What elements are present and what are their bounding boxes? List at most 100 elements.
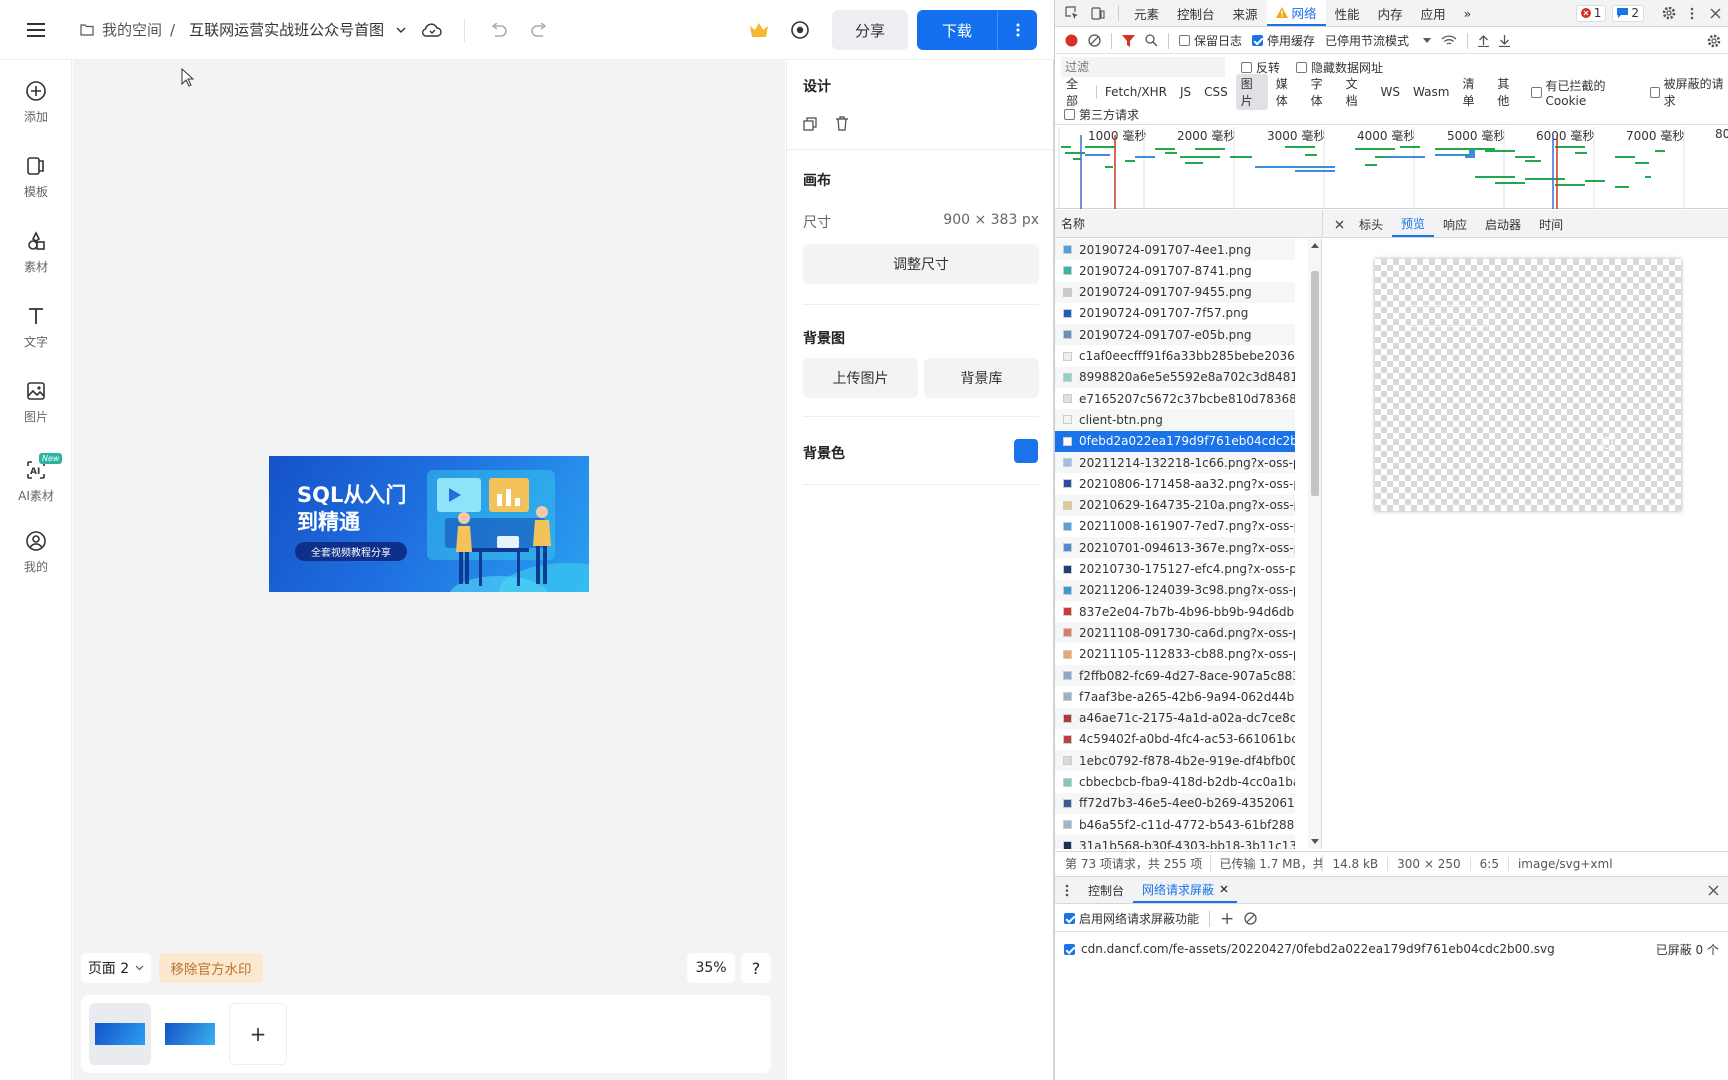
request-row[interactable]: cbbecbcb-fba9-418d-b2db-4cc0a1ba3d5 xyxy=(1055,772,1295,793)
blocked-requests-checkbox[interactable]: 被屏蔽的请求 xyxy=(1649,75,1728,109)
filter-funnel-icon[interactable] xyxy=(1122,34,1135,47)
close-devtools-icon[interactable] xyxy=(1710,8,1721,19)
device-toolbar-icon[interactable] xyxy=(1091,6,1105,20)
network-settings-icon[interactable] xyxy=(1707,34,1721,48)
drawer-tab-console[interactable]: 控制台 xyxy=(1079,877,1133,903)
tab-preview[interactable]: 预览 xyxy=(1392,211,1435,237)
error-count-badge[interactable]: 1 xyxy=(1575,4,1607,22)
copy-icon[interactable] xyxy=(803,117,817,131)
hamburger-menu-icon[interactable] xyxy=(22,18,50,42)
request-row[interactable]: f2ffb082-fc69-4d27-8ace-907a5c8836153 xyxy=(1055,665,1295,686)
tab-performance[interactable]: 性能 xyxy=(1326,0,1369,26)
preserve-log-checkbox[interactable]: 保留日志 xyxy=(1179,32,1242,49)
tab-application[interactable]: 应用 xyxy=(1412,0,1455,26)
request-row[interactable]: client-btn.png xyxy=(1055,409,1295,431)
request-row[interactable]: 8998820a6e5e5592e8a702c3d8481c6d.svg xyxy=(1055,366,1295,388)
design-banner[interactable]: SQL从入门 到精通 全套视频教程分享 xyxy=(269,456,589,592)
request-row[interactable]: 20210629-164735-210a.png?x-oss-process xyxy=(1055,494,1295,516)
page-thumb-1[interactable] xyxy=(89,1003,151,1065)
kebab-menu-icon[interactable] xyxy=(1690,7,1694,20)
add-pattern-button[interactable]: + xyxy=(1220,909,1234,929)
request-row[interactable]: 20211214-132218-1c66.png?x-oss-process xyxy=(1055,452,1295,473)
bg-color-swatch[interactable] xyxy=(1014,439,1038,463)
request-row[interactable]: 20211008-161907-7ed7.png?x-oss-process xyxy=(1055,516,1295,537)
nav-item-template[interactable]: 模板 xyxy=(0,146,72,208)
request-row[interactable]: 20211108-091730-ca6d.png?x-oss-process xyxy=(1055,622,1295,644)
more-tabs-button[interactable]: » xyxy=(1455,0,1481,26)
throttling-select[interactable]: 已停用节流模式 xyxy=(1325,32,1432,49)
trash-icon[interactable] xyxy=(835,116,849,131)
scroll-down-arrow-icon[interactable] xyxy=(1311,839,1319,844)
download-button[interactable]: 下载 xyxy=(917,10,1037,50)
crown-vip-icon[interactable] xyxy=(746,18,772,42)
nav-item-add[interactable]: 添加 xyxy=(0,71,72,133)
clear-icon[interactable] xyxy=(1088,34,1101,47)
inspect-element-icon[interactable] xyxy=(1065,6,1079,20)
request-row[interactable]: c1af0eecfff91f6a33bb285bebe2036b.svg xyxy=(1055,346,1295,367)
request-row[interactable]: 20190724-091707-7f57.png xyxy=(1055,303,1295,324)
request-row[interactable]: 4c59402f-a0bd-4fc4-ac53-661061bc5d42 xyxy=(1055,729,1295,750)
drawer-tab-request-blocking[interactable]: 网络请求屏蔽 xyxy=(1133,877,1238,903)
share-button[interactable]: 分享 xyxy=(832,10,908,50)
scroll-up-arrow-icon[interactable] xyxy=(1311,243,1319,248)
chevron-down-icon[interactable] xyxy=(396,27,406,33)
export-har-icon[interactable] xyxy=(1499,34,1511,47)
tab-network[interactable]: 网络 xyxy=(1266,0,1326,26)
tab-console[interactable]: 控制台 xyxy=(1168,0,1224,26)
request-row[interactable]: 20210730-175127-efc4.png?x-oss-process xyxy=(1055,559,1295,580)
blocked-cookies-checkbox[interactable]: 有已拦截的 Cookie xyxy=(1531,77,1640,108)
import-har-icon[interactable] xyxy=(1478,34,1490,47)
blocked-pattern-row[interactable]: cdn.dancf.com/fe-assets/20220427/0febd2a… xyxy=(1055,937,1728,961)
undo-icon[interactable] xyxy=(487,18,511,42)
page-selector[interactable]: 页面 2 xyxy=(81,953,151,983)
nav-item-material[interactable]: 素材 xyxy=(0,221,72,283)
type-wasm[interactable]: Wasm xyxy=(1408,84,1454,100)
type-css[interactable]: CSS xyxy=(1199,84,1233,100)
request-row[interactable]: 20210701-094613-367e.png?x-oss-process xyxy=(1055,537,1295,559)
help-button[interactable]: ? xyxy=(741,953,771,983)
type-js[interactable]: JS xyxy=(1175,84,1196,100)
timeline-overview[interactable]: 1000 毫秒 2000 毫秒 3000 毫秒 4000 毫秒 5000 毫秒 … xyxy=(1055,127,1728,209)
close-detail-icon[interactable] xyxy=(1329,211,1350,237)
request-row[interactable]: e7165207c5672c37bcbe810d783682d0.svg xyxy=(1055,388,1295,409)
request-row[interactable]: 0febd2a022ea179d9f761eb04cdc2b00.svg xyxy=(1055,430,1295,452)
nav-item-ai[interactable]: AI New AI素材 xyxy=(0,450,72,512)
disable-cache-checkbox[interactable]: 停用缓存 xyxy=(1252,32,1315,49)
request-row[interactable]: 1ebc0792-f878-4b2e-919e-df4bfb00b623 xyxy=(1055,750,1295,772)
request-row[interactable]: 837e2e04-7b7b-4b96-bb9b-94d6db7505 xyxy=(1055,601,1295,622)
search-icon[interactable] xyxy=(1145,34,1158,47)
invert-checkbox[interactable]: 反转 xyxy=(1241,59,1280,76)
request-row[interactable]: f7aaf3be-a265-42b6-9a94-062d44b9047d xyxy=(1055,686,1295,707)
tab-response[interactable]: 响应 xyxy=(1434,211,1476,237)
nav-item-image[interactable]: 图片 xyxy=(0,371,72,433)
remove-watermark-button[interactable]: 移除官方水印 xyxy=(159,953,263,983)
message-count-badge[interactable]: 2 xyxy=(1612,4,1644,22)
tab-headers[interactable]: 标头 xyxy=(1350,211,1392,237)
request-row[interactable]: 20190724-091707-9455.png xyxy=(1055,281,1295,303)
zoom-level[interactable]: 35% xyxy=(687,953,735,983)
request-row[interactable]: 20190724-091707-8741.png xyxy=(1055,260,1295,281)
tab-memory[interactable]: 内存 xyxy=(1369,0,1412,26)
name-column-header[interactable]: 名称 xyxy=(1055,210,1323,238)
network-conditions-icon[interactable] xyxy=(1441,34,1457,47)
request-row[interactable]: 31a1b568-b30f-4303-bb18-3b11c130270 xyxy=(1055,835,1295,849)
scroll-thumb[interactable] xyxy=(1311,271,1319,496)
tab-initiator[interactable]: 启动器 xyxy=(1476,211,1530,237)
type-ws[interactable]: WS xyxy=(1376,84,1405,100)
request-row[interactable]: 20190724-091707-e05b.png xyxy=(1055,324,1295,346)
doc-title[interactable]: 互联网运营实战班公众号首图 xyxy=(189,19,384,40)
request-row[interactable]: b46a55f2-c11d-4772-b543-61bf2887071b xyxy=(1055,814,1295,835)
drawer-menu-icon[interactable] xyxy=(1055,884,1079,897)
blocked-pattern-checkbox[interactable] xyxy=(1064,943,1075,955)
request-row[interactable]: ff72d7b3-46e5-4ee0-b269-43520610be87 xyxy=(1055,792,1295,814)
request-row[interactable]: 20210806-171458-aa32.png?x-oss-process xyxy=(1055,473,1295,494)
add-page-button[interactable]: + xyxy=(229,1003,287,1065)
bg-library-button[interactable]: 背景库 xyxy=(924,358,1039,398)
request-row[interactable]: a46ae71c-2175-4a1d-a02a-dc7ce8c62800 xyxy=(1055,707,1295,729)
hide-data-urls-checkbox[interactable]: 隐藏数据网址 xyxy=(1296,59,1383,76)
cloud-sync-icon[interactable] xyxy=(420,18,444,42)
redo-icon[interactable] xyxy=(527,18,551,42)
tab-timing[interactable]: 时间 xyxy=(1530,211,1572,237)
enable-blocking-checkbox[interactable]: 启用网络请求屏蔽功能 xyxy=(1064,910,1199,927)
third-party-checkbox[interactable]: 第三方请求 xyxy=(1064,106,1139,123)
